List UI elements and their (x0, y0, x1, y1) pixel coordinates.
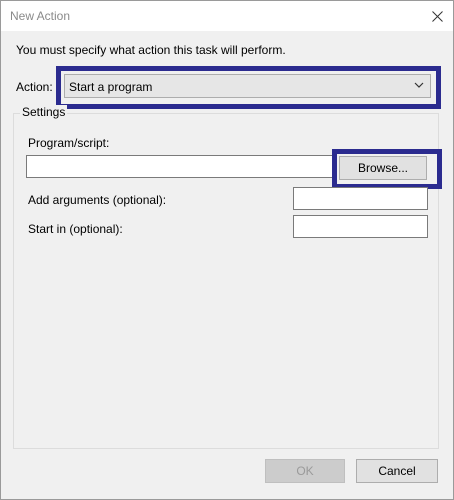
settings-group-label: Settings (20, 105, 68, 119)
ok-button-label: OK (296, 464, 314, 478)
ok-button[interactable]: OK (265, 459, 345, 483)
program-script-label: Program/script: (28, 136, 110, 150)
action-highlight-box (56, 66, 441, 109)
start-in-input[interactable] (293, 215, 428, 238)
program-script-input[interactable] (26, 155, 334, 178)
cancel-button-label: Cancel (378, 464, 416, 478)
arguments-label: Add arguments (optional): (28, 193, 167, 207)
close-icon (431, 10, 443, 22)
action-label: Action: (16, 80, 53, 94)
title-bar[interactable]: New Action (1, 1, 453, 31)
instruction-text: You must specify what action this task w… (16, 43, 286, 57)
arguments-input[interactable] (293, 187, 428, 210)
start-in-label: Start in (optional): (28, 222, 123, 236)
close-button[interactable] (421, 1, 453, 31)
browse-highlight-box (332, 149, 442, 189)
window-title: New Action (10, 9, 71, 23)
cancel-button[interactable]: Cancel (356, 459, 438, 483)
